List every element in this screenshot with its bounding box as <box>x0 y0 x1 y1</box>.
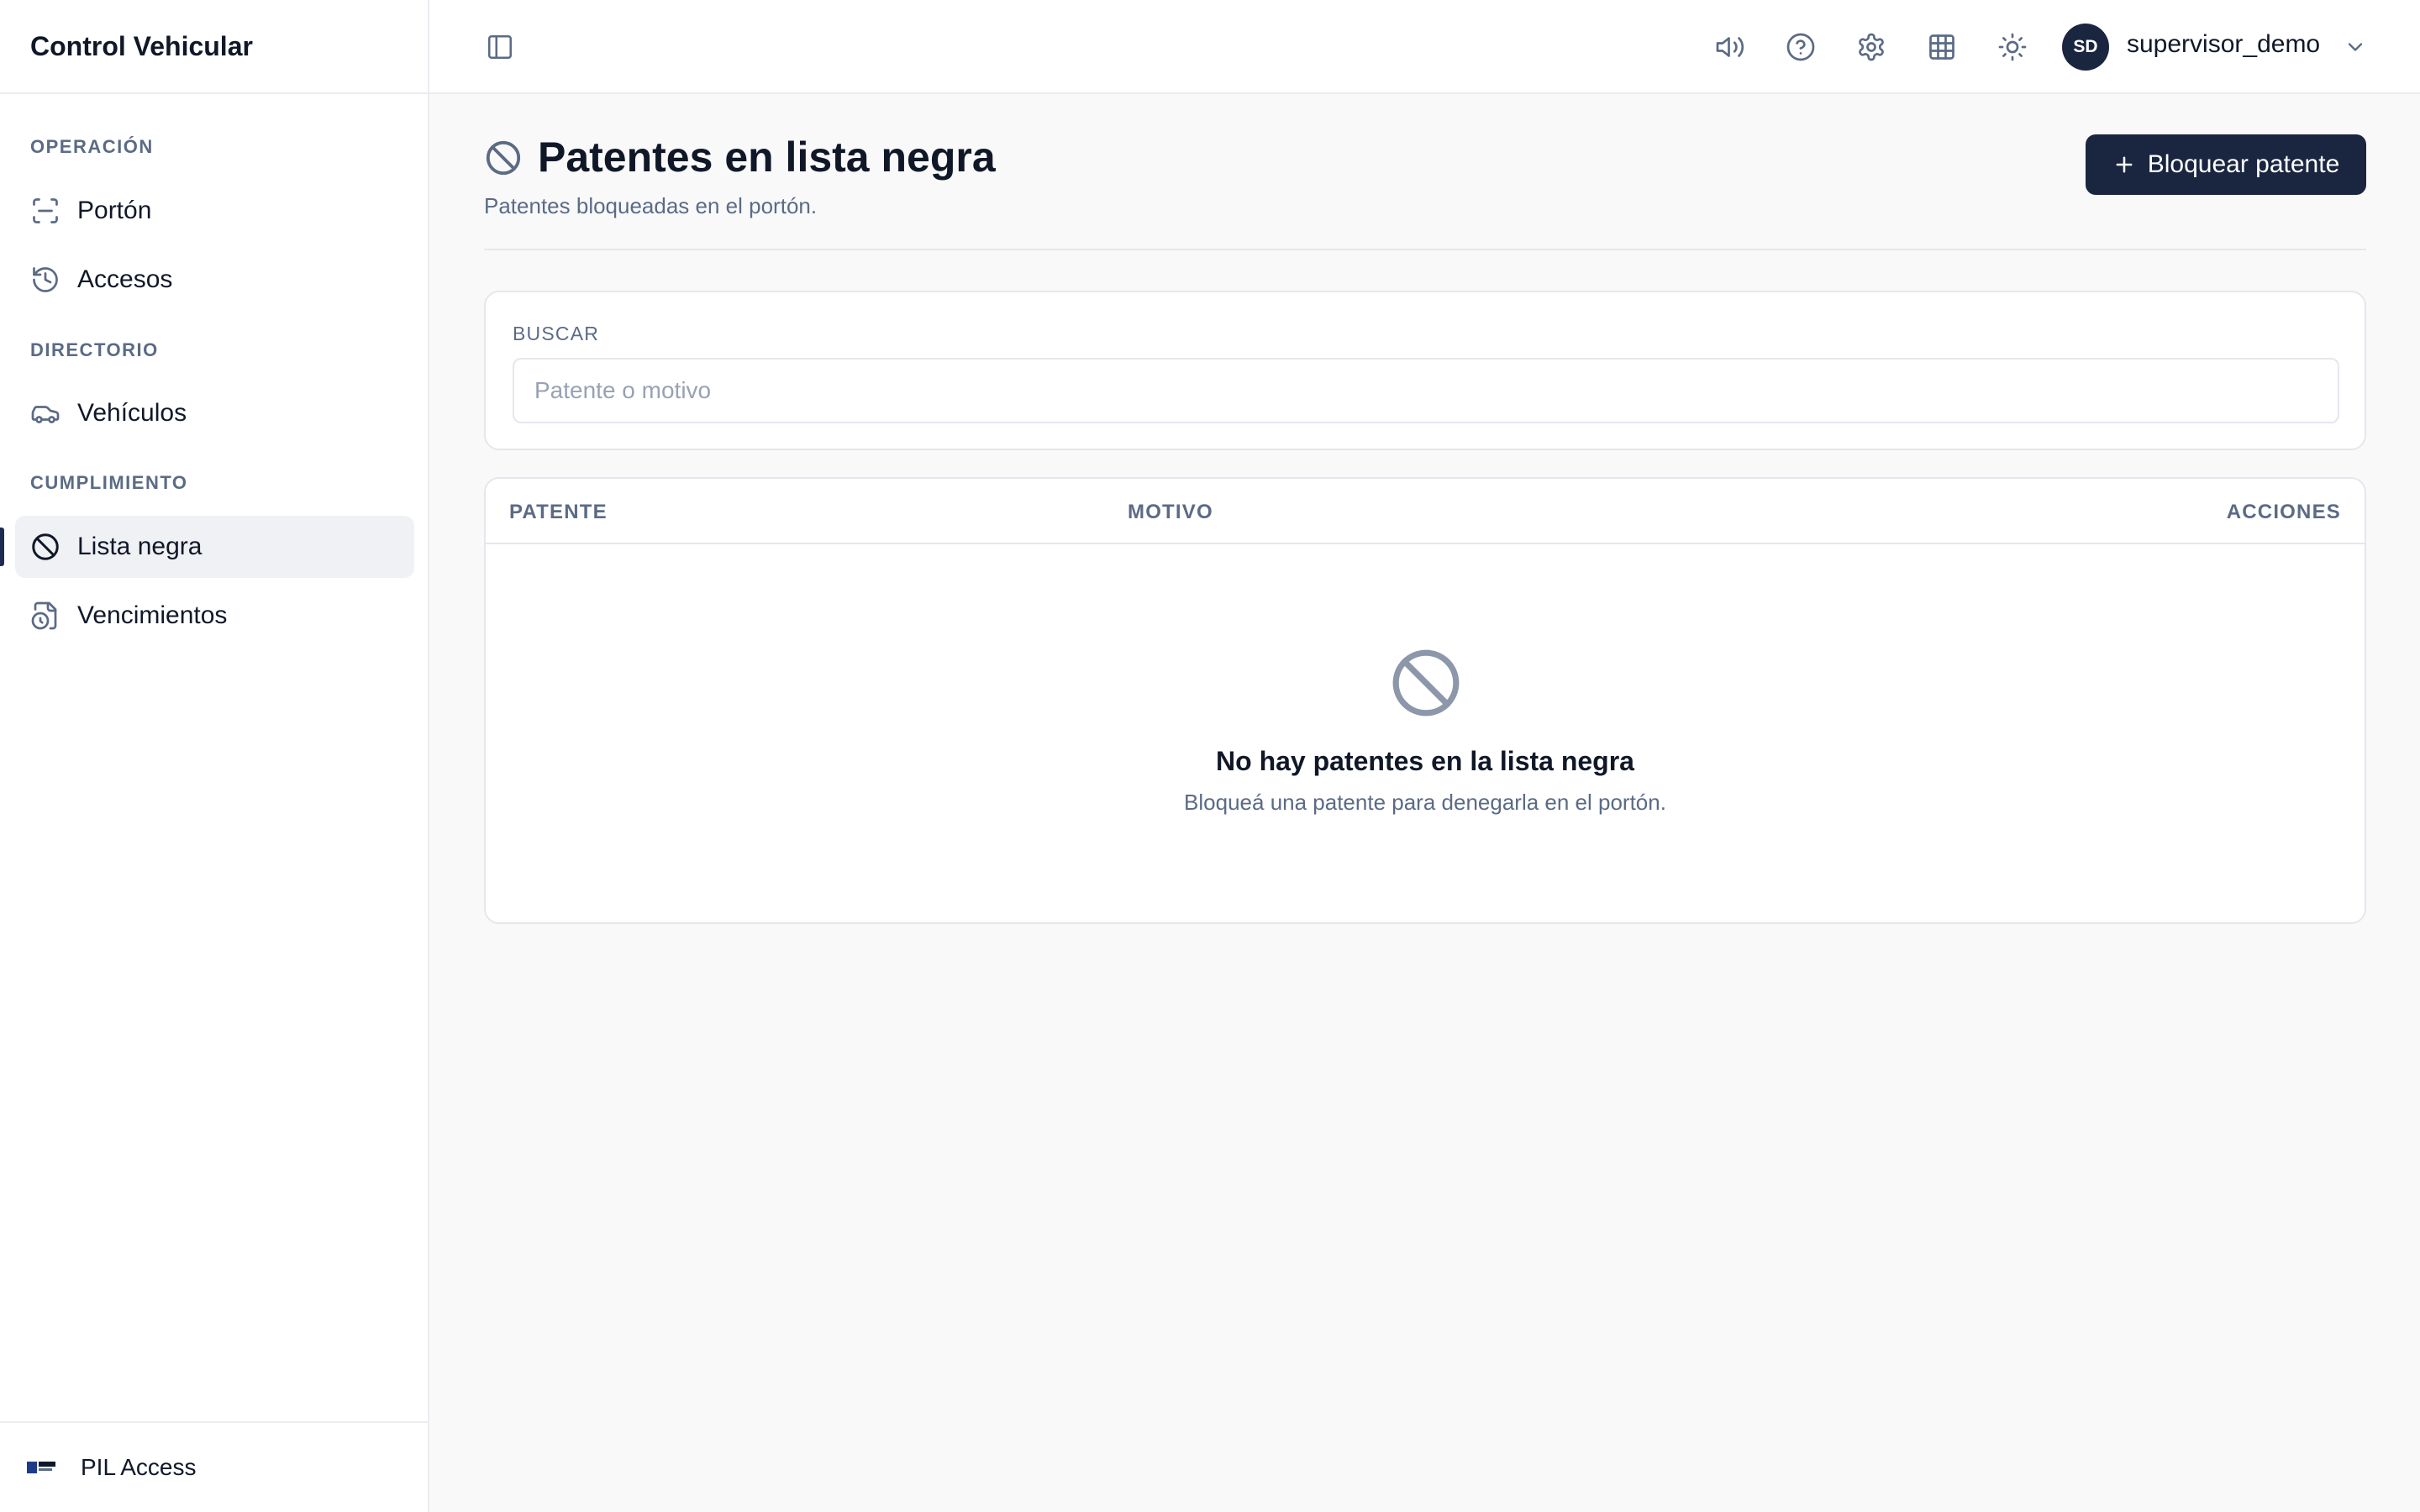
sidebar-item-label: Accesos <box>77 265 173 293</box>
empty-state-title: No hay patentes en la lista negra <box>1216 746 1634 776</box>
column-header-motivo[interactable]: MOTIVO <box>1128 501 1213 524</box>
section-operacion: OPERACIÓN <box>30 136 154 157</box>
sidebar-item-vencimientos[interactable]: Vencimientos <box>15 585 414 647</box>
sidebar: Control Vehicular OPERACIÓN Portón Acces… <box>0 0 429 1512</box>
search-label: BUSCAR <box>513 323 600 344</box>
app-title: Control Vehicular <box>0 0 428 94</box>
sidebar-item-label: Vencimientos <box>77 601 228 629</box>
section-cumplimiento: CUMPLIMIENTO <box>30 472 188 493</box>
sidebar-item-accesos[interactable]: Accesos <box>15 249 414 311</box>
sidebar-item-label: Lista negra <box>77 533 203 560</box>
help-icon[interactable] <box>1782 29 1819 66</box>
scan-icon <box>30 196 60 226</box>
section-directorio: DIRECTORIO <box>30 339 159 360</box>
column-header-patente[interactable]: PATENTE <box>509 501 608 524</box>
speaker-icon[interactable] <box>1712 29 1749 66</box>
page-subtitle: Patentes bloqueadas en el portón. <box>484 193 818 218</box>
app-root: Control Vehicular OPERACIÓN Portón Acces… <box>0 0 2420 1512</box>
footer-label: PIL Access <box>81 1454 197 1480</box>
button-label: Bloquear patente <box>2147 150 2340 178</box>
search-input[interactable] <box>513 358 2339 423</box>
settings-icon[interactable] <box>1853 29 1890 66</box>
sidebar-toggle-icon[interactable] <box>481 29 518 66</box>
empty-state-subtitle: Bloqueá una patente para denegarla en el… <box>1184 790 1666 815</box>
car-icon <box>30 398 60 428</box>
column-header-acciones: ACCIONES <box>2226 501 2341 523</box>
header-divider <box>484 249 2366 250</box>
ban-icon <box>484 139 523 177</box>
topbar: SD supervisor_demo <box>429 0 2420 94</box>
sidebar-item-vehiculos[interactable]: Vehículos <box>15 382 414 444</box>
history-icon <box>30 265 60 295</box>
table-header: PATENTE MOTIVO ACCIONES <box>486 479 2365 544</box>
sidebar-item-lista-negra[interactable]: Lista negra <box>15 516 414 578</box>
file-clock-icon <box>30 601 60 631</box>
sidebar-item-porton[interactable]: Portón <box>15 180 414 242</box>
username[interactable]: supervisor_demo <box>2127 30 2320 59</box>
blacklist-table: PATENTE MOTIVO ACCIONES No hay patentes … <box>484 477 2366 924</box>
grid-icon[interactable] <box>1923 29 1960 66</box>
ban-icon <box>1390 647 1462 719</box>
bloquear-patente-button[interactable]: Bloquear patente <box>2086 134 2366 195</box>
pil-logo-icon <box>27 1458 57 1477</box>
ban-icon <box>30 532 60 562</box>
page-title: Patentes en lista negra <box>538 134 996 181</box>
sidebar-item-label: Vehículos <box>77 399 187 427</box>
active-indicator <box>0 528 4 566</box>
sidebar-footer: PIL Access <box>0 1421 428 1512</box>
sun-icon[interactable] <box>1994 29 2031 66</box>
chevron-down-icon[interactable] <box>2344 35 2367 59</box>
avatar[interactable]: SD <box>2062 24 2109 71</box>
sidebar-item-label: Portón <box>77 197 152 224</box>
search-card: BUSCAR <box>484 291 2366 450</box>
plus-icon <box>2112 153 2136 176</box>
